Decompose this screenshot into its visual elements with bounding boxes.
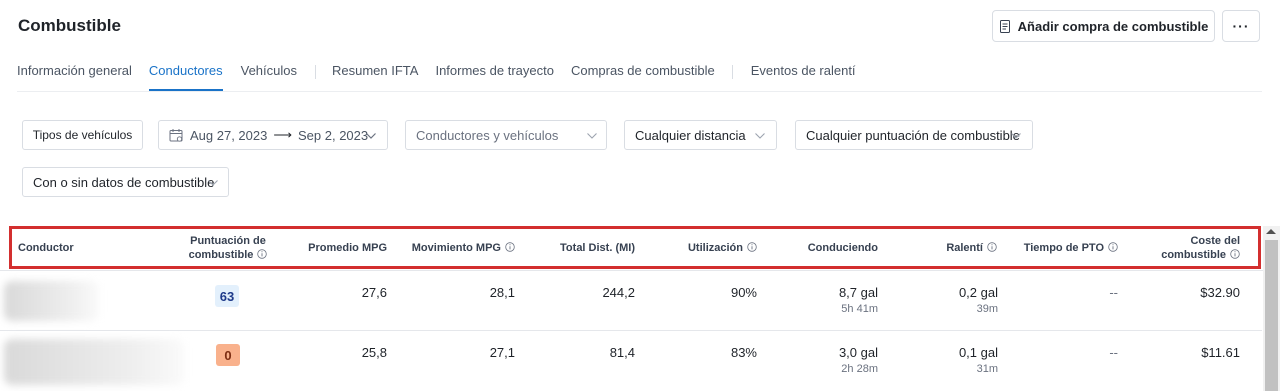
add-fuel-purchase-label: Añadir compra de combustible: [1017, 18, 1209, 34]
column-header-pto-time[interactable]: Tiempo de PTO: [1010, 241, 1118, 255]
column-header-avg-mpg[interactable]: Promedio MPG: [287, 241, 387, 255]
column-header-fuel-score-line1: Puntuación de: [190, 235, 266, 247]
tabs-divider: [17, 91, 1262, 92]
chevron-down-icon: [366, 133, 376, 139]
fuel-cost-value: $11.61: [1201, 345, 1240, 360]
chevron-down-icon: [755, 133, 765, 139]
column-header-total-distance[interactable]: Total Dist. (MI): [530, 241, 635, 255]
moving-mpg-value: 27,1: [489, 345, 515, 360]
calendar-icon: [169, 129, 183, 142]
idle-time-value: 31m: [976, 363, 998, 375]
tab-vehiculos[interactable]: Vehículos: [241, 63, 297, 91]
column-header-pto-time-label: Tiempo de PTO: [1023, 242, 1104, 254]
avg-mpg-value: 25,8: [361, 345, 387, 360]
tab-compras-de-combustible[interactable]: Compras de combustible: [571, 63, 715, 91]
driving-time-value: 2h 28m: [841, 363, 878, 375]
drivers-vehicles-filter[interactable]: Conductores y vehículos: [405, 120, 607, 150]
driving-fuel-value: 8,7 gal: [838, 285, 878, 300]
column-header-moving-mpg[interactable]: Movimiento MPG: [393, 241, 515, 255]
more-options-button[interactable]: ···: [1222, 10, 1260, 42]
fuel-data-filter[interactable]: Con o sin datos de combustible: [22, 167, 229, 197]
vehicle-types-filter[interactable]: Tipos de vehículos: [22, 120, 143, 150]
idle-time-value: 39m: [976, 303, 998, 315]
table-row[interactable]: 63 27,6 28,1 244,2 90% 8,7 gal 5h 41m 0,…: [0, 271, 1262, 331]
utilization-value: 90%: [730, 285, 757, 300]
column-header-avg-mpg-label: Promedio MPG: [308, 242, 387, 254]
column-header-driving-label: Conduciendo: [807, 242, 878, 254]
scroll-up-arrow-icon[interactable]: [1266, 229, 1276, 234]
document-icon: [999, 19, 1010, 33]
tab-conductores[interactable]: Conductores: [148, 63, 223, 91]
drivers-vehicles-placeholder: Conductores y vehículos: [416, 127, 559, 143]
idle-fuel-value: 0,1 gal: [958, 345, 998, 360]
column-header-idle[interactable]: Ralentí: [897, 241, 997, 255]
column-header-fuel-cost-line1: Coste del: [1190, 235, 1240, 247]
total-distance-value: 244,2: [602, 285, 635, 300]
info-icon[interactable]: [1230, 249, 1240, 259]
pto-time-value: --: [1109, 285, 1118, 300]
info-icon[interactable]: [505, 242, 515, 252]
chevron-down-icon: [1011, 133, 1021, 139]
moving-mpg-value: 28,1: [489, 285, 515, 300]
info-icon[interactable]: [747, 242, 757, 252]
tab-eventos-de-ralenti[interactable]: Eventos de ralentí: [751, 63, 856, 91]
utilization-value: 83%: [730, 345, 757, 360]
column-header-fuel-cost[interactable]: Coste del combustible: [1140, 234, 1240, 262]
chevron-down-icon: [587, 133, 597, 139]
date-end: Sep 2, 2023: [298, 127, 369, 143]
tab-divider: [315, 65, 316, 79]
chevron-down-icon: [208, 180, 218, 186]
tab-divider: [731, 65, 733, 79]
page-title: Combustible: [18, 16, 121, 35]
info-icon[interactable]: [1108, 242, 1118, 252]
date-arrow-icon: ⟶: [273, 127, 292, 142]
pto-time-value: --: [1109, 345, 1118, 360]
column-header-driving[interactable]: Conduciendo: [778, 241, 878, 255]
fuel-score-filter[interactable]: Cualquier puntuación de combustible: [795, 120, 1033, 150]
fuel-score-filter-label: Cualquier puntuación de combustible: [806, 127, 1020, 143]
column-header-utilization[interactable]: Utilización: [655, 241, 757, 255]
column-header-moving-mpg-label: Movimiento MPG: [411, 242, 501, 254]
tab-resumen-ifta[interactable]: Resumen IFTA: [332, 63, 418, 91]
column-header-idle-label: Ralentí: [946, 242, 983, 254]
date-range-picker[interactable]: Aug 27, 2023 ⟶ Sep 2, 2023: [158, 120, 388, 150]
date-start: Aug 27, 2023: [190, 127, 268, 143]
tab-informacion-general[interactable]: Información general: [17, 63, 132, 91]
fuel-score-badge: 63: [215, 285, 239, 307]
column-header-fuel-score[interactable]: Puntuación de combustible: [180, 234, 276, 262]
driver-name-redacted: [4, 281, 99, 321]
distance-filter[interactable]: Cualquier distancia: [624, 120, 777, 150]
scrollbar-thumb[interactable]: [1265, 240, 1278, 391]
table-row[interactable]: 0 25,8 27,1 81,4 83% 3,0 gal 2h 28m 0,1 …: [0, 331, 1262, 391]
driver-name-redacted: [4, 339, 184, 385]
distance-filter-label: Cualquier distancia: [635, 127, 746, 143]
column-header-fuel-score-line2: combustible: [188, 249, 254, 261]
info-icon[interactable]: [257, 249, 268, 259]
idle-fuel-value: 0,2 gal: [958, 285, 998, 300]
column-header-utilization-label: Utilización: [687, 242, 743, 254]
fuel-score-badge: 0: [216, 344, 240, 366]
column-header-fuel-cost-line2: combustible: [1161, 249, 1226, 261]
column-header-driver[interactable]: Conductor: [18, 241, 74, 255]
column-header-total-distance-label: Total Dist. (MI): [560, 242, 635, 254]
driving-time-value: 5h 41m: [841, 303, 878, 315]
info-icon[interactable]: [987, 242, 997, 252]
tab-informes-de-trayecto[interactable]: Informes de trayecto: [435, 63, 554, 91]
tab-bar: Información general Conductores Vehículo…: [17, 63, 856, 91]
avg-mpg-value: 27,6: [361, 285, 387, 300]
driving-fuel-value: 3,0 gal: [838, 345, 878, 360]
add-fuel-purchase-button[interactable]: Añadir compra de combustible: [992, 10, 1215, 42]
total-distance-value: 81,4: [609, 345, 635, 360]
fuel-cost-value: $32.90: [1200, 285, 1240, 300]
column-header-driver-label: Conductor: [18, 242, 74, 254]
fuel-data-filter-label: Con o sin datos de combustible: [33, 174, 215, 190]
